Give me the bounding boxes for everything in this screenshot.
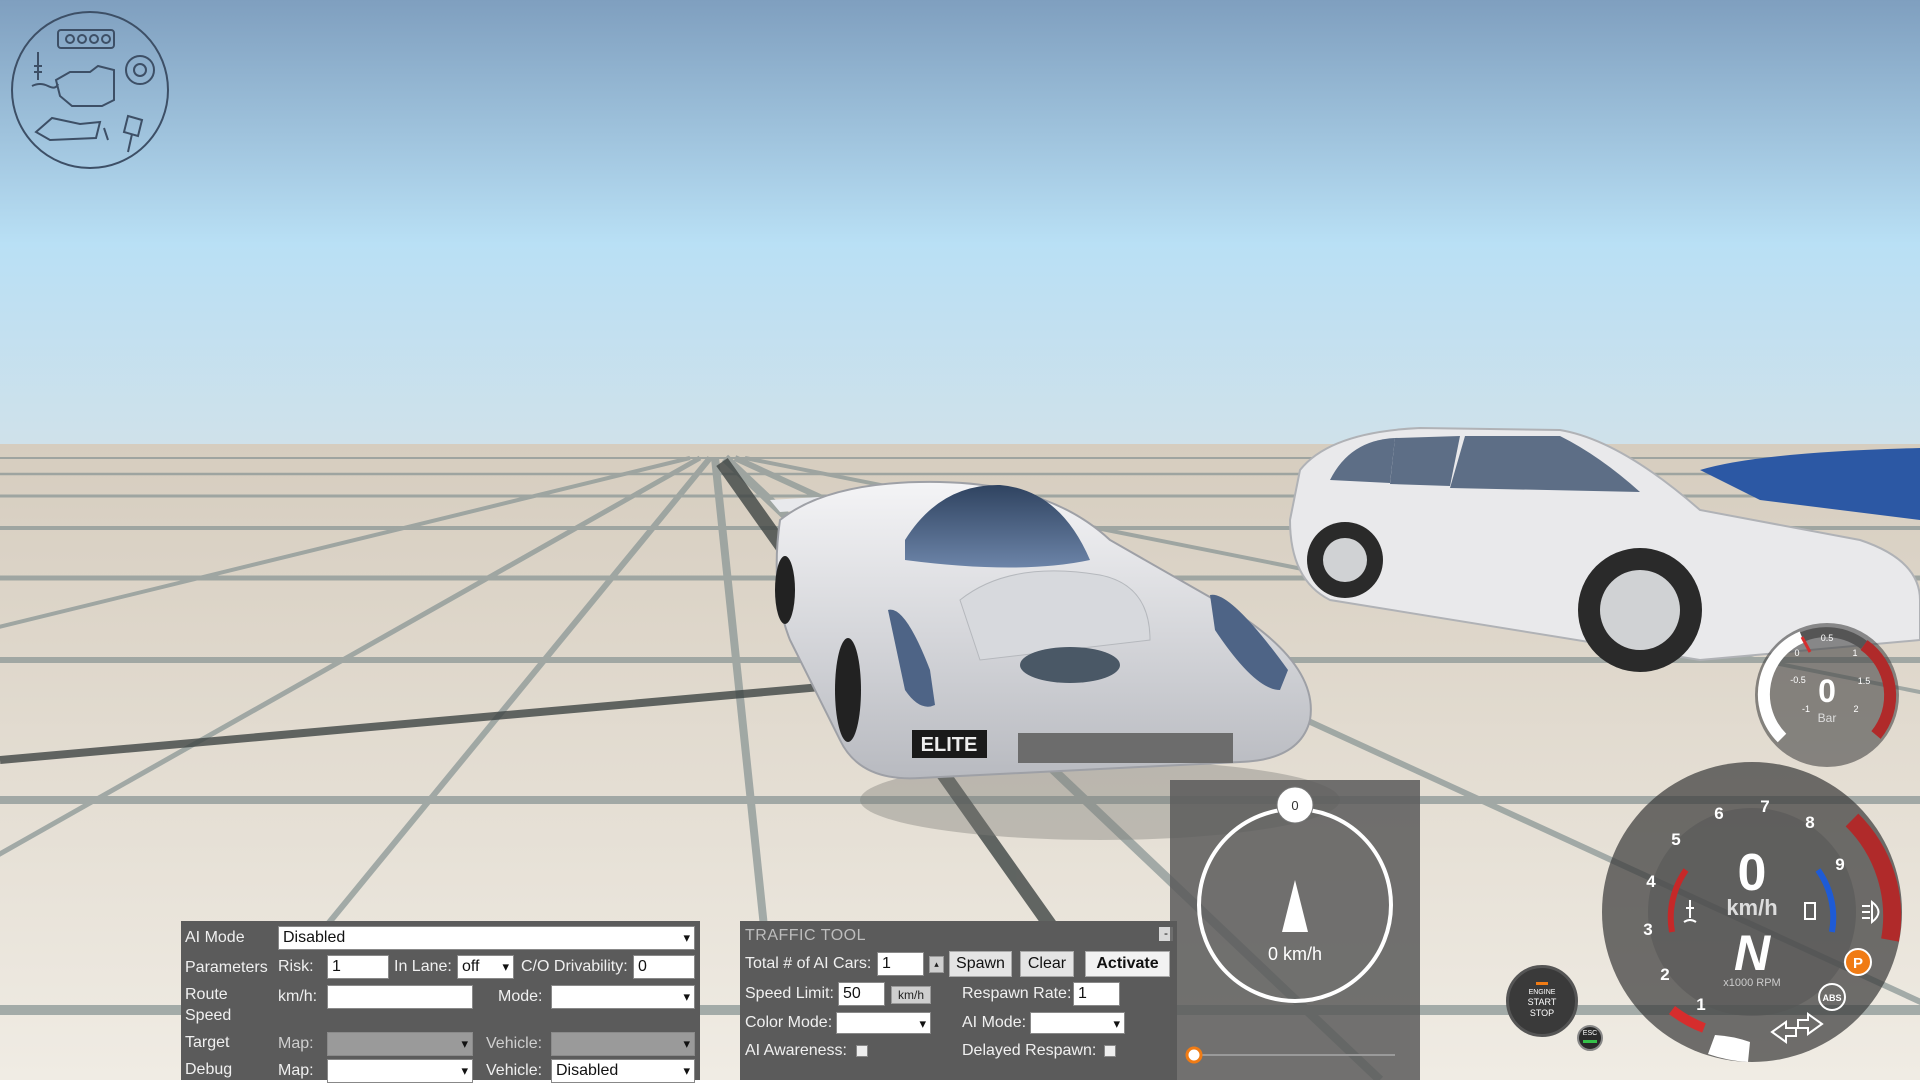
parking-brake-label: P (1853, 955, 1863, 972)
esc-label: ESC (1582, 1030, 1598, 1037)
abs-label: ABS (1822, 993, 1841, 1003)
debug-vehicle-label: Vehicle: (486, 1062, 543, 1079)
activate-button[interactable]: Activate (1085, 951, 1170, 977)
vehicle-arrow-icon (1282, 880, 1308, 932)
delayed-respawn-checkbox[interactable] (1104, 1045, 1116, 1057)
license-plate: ELITE (921, 734, 978, 756)
in-lane-label: In Lane: (394, 958, 452, 975)
risk-input[interactable]: 1 (327, 955, 389, 979)
engine-button-line2: START (1527, 997, 1557, 1007)
rpm-tick-9: 9 (1835, 855, 1844, 874)
clear-button[interactable]: Clear (1020, 951, 1074, 977)
engine-icon (54, 64, 115, 107)
route-mode-label: Mode: (498, 988, 543, 1005)
sky (0, 0, 1920, 444)
coolant-icon (31, 52, 59, 89)
engine-start-stop-button[interactable]: ENGINE START STOP (1506, 965, 1578, 1037)
esc-light (1583, 1040, 1597, 1043)
rpm-tick-2: 2 (1660, 965, 1669, 984)
route-kmh-label: km/h: (278, 988, 318, 1005)
navigator-speed: 0 km/h (1268, 944, 1322, 964)
stepper-icon[interactable]: ▴ (929, 956, 944, 973)
target-map-select[interactable] (327, 1032, 473, 1056)
parameters-label: Parameters (185, 959, 268, 976)
boost-tick-0: 0 (1794, 648, 1799, 658)
route-mode-select[interactable] (551, 985, 695, 1009)
co-drivability-input[interactable]: 0 (633, 955, 695, 979)
target-vehicle-select[interactable] (551, 1032, 695, 1056)
traffic-tool-title: TRAFFIC TOOL (745, 927, 866, 944)
engine-button-line3: STOP (1529, 1008, 1555, 1018)
speed-limit-input[interactable]: 50 (838, 982, 885, 1006)
boost-tick-2: 2 (1853, 704, 1858, 714)
speed-limit-label: Speed Limit: (745, 985, 834, 1002)
route-speed-label-2: Speed (185, 1007, 232, 1024)
color-mode-label: Color Mode: (745, 1014, 833, 1031)
rpm-tick-3: 3 (1643, 920, 1652, 939)
ai-mode-label: AI Mode (185, 929, 245, 946)
speed-unit: km/h (1726, 895, 1777, 920)
delayed-respawn-label: Delayed Respawn: (962, 1042, 1097, 1059)
debug-label: Debug (185, 1061, 233, 1078)
boost-tick-neg1: -1 (1802, 704, 1810, 714)
boost-tick-neg05: -0.5 (1790, 675, 1806, 685)
speed-value: 0 (1738, 844, 1767, 902)
rpm-tick-7: 7 (1760, 797, 1769, 816)
traffic-ai-mode-select[interactable] (1030, 1012, 1125, 1034)
ai-control-panel: AI Mode Disabled Parameters Risk: 1 In L… (181, 921, 700, 1083)
traffic-ai-mode-label: AI Mode: (962, 1014, 1027, 1031)
esc-indicator: ESC (1577, 1025, 1603, 1051)
rpm-tick-1: 1 (1696, 995, 1705, 1014)
route-speed-label-1: Route (185, 986, 228, 1003)
rpm-label: x1000 RPM (1723, 977, 1780, 989)
color-mode-select[interactable] (836, 1012, 931, 1034)
boost-value: 0 (1818, 673, 1836, 709)
debug-map-select[interactable] (327, 1059, 473, 1083)
route-speed-input[interactable] (327, 985, 473, 1009)
speed-unit-button[interactable]: km/h (891, 986, 931, 1004)
tachometer-gauge: 1 2 3 4 5 6 7 8 9 0 km/h N x1000 RPM P A… (1600, 760, 1905, 1065)
boost-gauge: -1 -0.5 0 0.5 1 1.5 2 0 Bar (1752, 620, 1902, 770)
piston-icon (122, 114, 144, 153)
vehicle-health-indicator (10, 10, 170, 170)
boost-unit: Bar (1818, 711, 1837, 725)
risk-label: Risk: (278, 958, 314, 975)
ai-awareness-label: AI Awareness: (745, 1042, 847, 1059)
rpm-tick-6: 6 (1714, 804, 1723, 823)
gear-indicator: N (1734, 925, 1771, 981)
rpm-tick-8: 8 (1805, 813, 1814, 832)
respawn-rate-label: Respawn Rate: (962, 985, 1072, 1002)
ai-awareness-checkbox[interactable] (856, 1045, 868, 1057)
target-vehicle-label: Vehicle: (486, 1035, 543, 1052)
boost-tick-05: 0.5 (1821, 633, 1834, 643)
heading-value: 0 (1291, 798, 1298, 813)
navigator-panel: 0 0 km/h (1170, 780, 1420, 1080)
target-label: Target (185, 1034, 230, 1051)
total-ai-cars-input[interactable]: 1 (877, 952, 924, 976)
traffic-tool-panel: TRAFFIC TOOL - Total # of AI Cars: 1 ▴ S… (740, 921, 1177, 1080)
turbo-icon (125, 55, 155, 85)
debug-vehicle-select[interactable]: Disabled (551, 1059, 695, 1083)
respawn-rate-input[interactable]: 1 (1073, 982, 1120, 1006)
engine-status-indicator (1536, 982, 1548, 985)
rpm-tick-5: 5 (1671, 830, 1680, 849)
boost-tick-1: 1 (1852, 648, 1857, 658)
debug-map-label: Map: (278, 1062, 314, 1079)
oil-icon (34, 116, 109, 142)
target-map-label: Map: (278, 1035, 314, 1052)
zoom-slider-knob[interactable] (1185, 1046, 1203, 1064)
co-drivability-label: C/O Drivability: (521, 958, 628, 975)
engine-button-line1: ENGINE (1528, 989, 1556, 996)
in-lane-select[interactable]: off (457, 955, 514, 979)
ai-mode-select[interactable]: Disabled (278, 926, 695, 950)
spawn-button[interactable]: Spawn (949, 951, 1012, 977)
boost-tick-15: 1.5 (1858, 676, 1871, 686)
total-ai-cars-label: Total # of AI Cars: (745, 955, 872, 972)
rpm-tick-4: 4 (1646, 872, 1656, 891)
